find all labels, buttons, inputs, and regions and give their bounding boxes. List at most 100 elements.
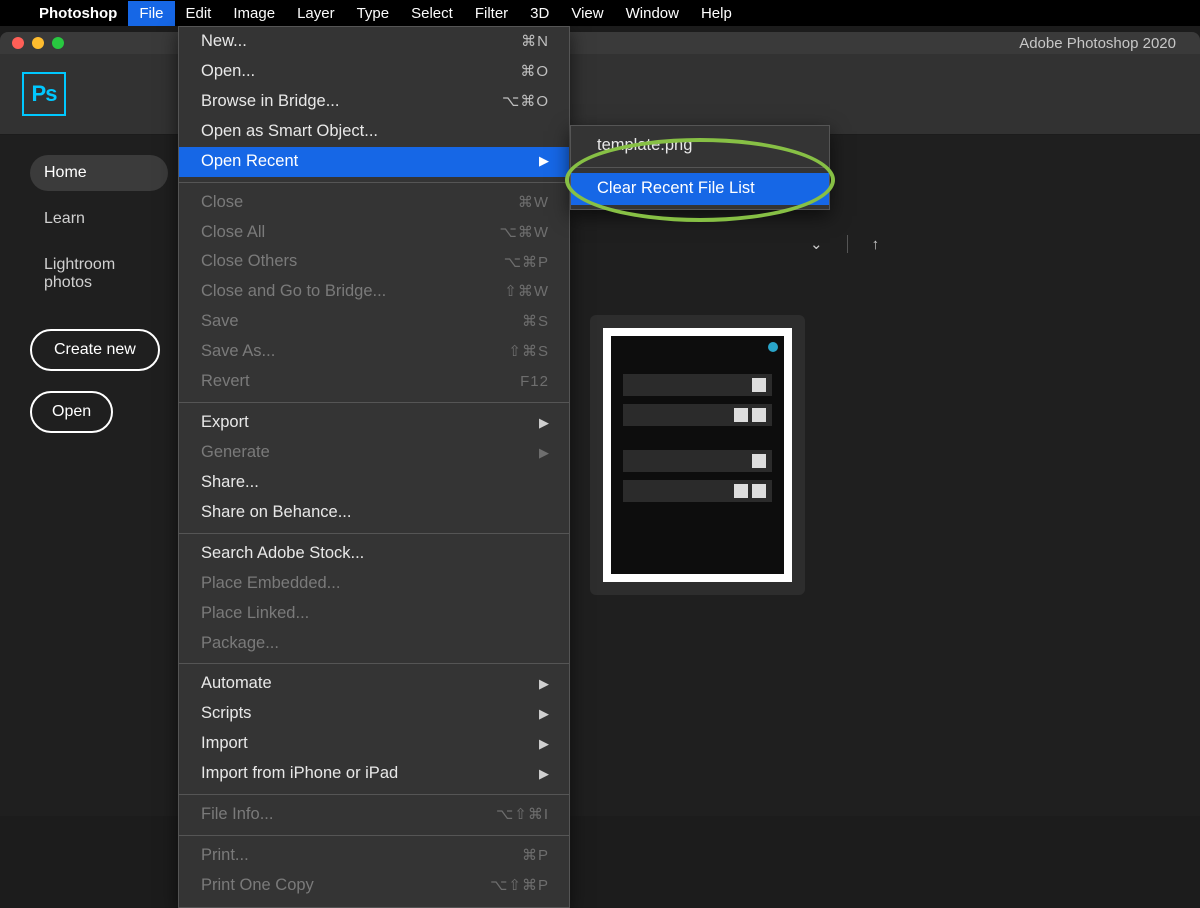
photoshop-logo-icon: Ps <box>22 72 66 116</box>
open-recent-submenu: template.png Clear Recent File List <box>570 125 830 210</box>
thumbnail-preview <box>603 328 792 582</box>
menu-separator <box>179 794 569 795</box>
menubar-item-filter[interactable]: Filter <box>464 1 519 26</box>
menu-separator <box>179 402 569 403</box>
file-menu-place-linked: Place Linked... <box>179 599 569 629</box>
file-menu-generate: Generate▶ <box>179 438 569 468</box>
chevron-down-icon[interactable]: ⌄ <box>810 235 823 253</box>
file-menu-scripts[interactable]: Scripts ▶ <box>179 699 569 729</box>
menu-shortcut: ⌥⇧⌘P <box>490 875 549 897</box>
menubar-item-image[interactable]: Image <box>222 1 286 26</box>
file-menu-file-info: File Info... ⌥⇧⌘I <box>179 800 569 830</box>
menubar-app-name[interactable]: Photoshop <box>28 1 128 26</box>
menu-item-label: Search Adobe Stock... <box>201 542 364 566</box>
file-menu-search-adobe-stock[interactable]: Search Adobe Stock... <box>179 539 569 569</box>
menu-separator <box>179 835 569 836</box>
menu-item-label: Place Embedded... <box>201 572 340 596</box>
file-menu-share-on-behance[interactable]: Share on Behance... <box>179 498 569 528</box>
menu-item-label: Open Recent <box>201 150 298 174</box>
sidebar-item-lightroom-photos[interactable]: Lightroom photos <box>30 247 168 301</box>
menu-item-label: Share on Behance... <box>201 501 351 525</box>
file-menu-export[interactable]: Export ▶ <box>179 408 569 438</box>
menu-shortcut: ⌥⌘W <box>500 222 549 244</box>
submenu-arrow-icon: ▶ <box>539 414 549 433</box>
sidebar-item-learn[interactable]: Learn <box>30 201 168 237</box>
maximize-window-icon[interactable] <box>52 37 64 49</box>
menubar-item-help[interactable]: Help <box>690 1 743 26</box>
menu-item-label: Import from iPhone or iPad <box>201 762 398 786</box>
menubar-item-select[interactable]: Select <box>400 1 464 26</box>
menu-item-label: Share... <box>201 471 259 495</box>
open-button[interactable]: Open <box>30 391 113 433</box>
submenu-arrow-icon: ▶ <box>539 675 549 694</box>
menubar-item-type[interactable]: Type <box>346 1 401 26</box>
submenu-arrow-icon: ▶ <box>539 152 549 171</box>
menu-item-label: Automate <box>201 672 272 696</box>
menu-item-label: Close All <box>201 221 265 245</box>
menu-shortcut: ⇧⌘W <box>504 281 549 303</box>
menu-separator <box>179 182 569 183</box>
menu-item-label: Browse in Bridge... <box>201 90 339 114</box>
menubar-item-window[interactable]: Window <box>615 1 690 26</box>
file-menu-share[interactable]: Share... <box>179 468 569 498</box>
recent-thumbnail[interactable] <box>590 315 805 595</box>
file-menu-print-one-copy: Print One Copy ⌥⇧⌘P <box>179 871 569 901</box>
recent-file-item[interactable]: template.png <box>571 130 829 162</box>
menubar-item-edit[interactable]: Edit <box>175 1 223 26</box>
menubar-item-3d[interactable]: 3D <box>519 1 560 26</box>
window-title: Adobe Photoshop 2020 <box>1019 35 1176 52</box>
file-menu-print: Print...⌘P <box>179 841 569 871</box>
thumbnail-dot-icon <box>768 342 778 352</box>
file-menu-import[interactable]: Import▶ <box>179 729 569 759</box>
file-menu-new[interactable]: New... ⌘N <box>179 27 569 57</box>
menu-item-label: Export <box>201 411 249 435</box>
menu-item-label: Print One Copy <box>201 874 314 898</box>
menu-item-label: Place Linked... <box>201 602 309 626</box>
menu-item-label: Close Others <box>201 250 297 274</box>
menu-shortcut: ⌘O <box>520 61 549 83</box>
create-new-button[interactable]: Create new <box>30 329 160 371</box>
sidebar-item-home[interactable]: Home <box>30 155 168 191</box>
menu-item-label: File Info... <box>201 803 273 827</box>
sort-controls[interactable]: ⌄ ↑ <box>810 235 879 253</box>
file-menu-browse-in-bridge[interactable]: Browse in Bridge... ⌥⌘O <box>179 87 569 117</box>
submenu-arrow-icon: ▶ <box>539 705 549 724</box>
menu-shortcut: ⇧⌘S <box>508 341 549 363</box>
submenu-separator <box>571 167 829 168</box>
file-menu-open[interactable]: Open...⌘O <box>179 57 569 87</box>
file-menu-package: Package... <box>179 629 569 659</box>
menu-shortcut: ⌥⌘O <box>502 91 549 113</box>
menu-item-label: Import <box>201 732 248 756</box>
clear-recent-file-list-item[interactable]: Clear Recent File List <box>571 173 829 205</box>
file-menu-place-embedded: Place Embedded... <box>179 569 569 599</box>
arrow-up-icon[interactable]: ↑ <box>872 236 880 253</box>
menu-item-label: Scripts <box>201 702 251 726</box>
menu-item-label: Save <box>201 310 239 334</box>
menu-item-label: Print... <box>201 844 249 868</box>
menu-item-label: Close <box>201 191 243 215</box>
file-menu-import-from-iphone-or-ipad[interactable]: Import from iPhone or iPad ▶ <box>179 759 569 789</box>
file-menu-close-and-go-to-bridge: Close and Go to Bridge... ⇧⌘W <box>179 277 569 307</box>
file-menu-open-recent[interactable]: Open Recent ▶ <box>179 147 569 177</box>
file-menu-save: Save ⌘S <box>179 307 569 337</box>
file-menu-dropdown: New... ⌘N Open...⌘O Browse in Bridge... ⌥⌘O O… <box>178 26 570 908</box>
minimize-window-icon[interactable] <box>32 37 44 49</box>
menubar-item-file[interactable]: File <box>128 1 174 26</box>
menubar-item-view[interactable]: View <box>560 1 614 26</box>
submenu-arrow-icon: ▶ <box>539 765 549 784</box>
menu-shortcut: F12 <box>520 371 549 393</box>
file-menu-automate[interactable]: Automate ▶ <box>179 669 569 699</box>
file-menu-close-all: Close All ⌥⌘W <box>179 218 569 248</box>
file-menu-open-as-smart-object[interactable]: Open as Smart Object... <box>179 117 569 147</box>
file-menu-save-as: Save As...⇧⌘S <box>179 337 569 367</box>
home-sidebar: Home Learn Lightroom photos Create new Ope… <box>0 135 180 816</box>
close-window-icon[interactable] <box>12 37 24 49</box>
menu-shortcut: ⌥⇧⌘I <box>496 804 549 826</box>
mac-menubar: Photoshop FileEditImageLayerTypeSelectFi… <box>0 0 1200 26</box>
menu-item-label: Close and Go to Bridge... <box>201 280 386 304</box>
menu-item-label: New... <box>201 30 247 54</box>
menubar-item-layer[interactable]: Layer <box>286 1 346 26</box>
menu-shortcut: ⌘S <box>522 311 549 333</box>
menu-shortcut: ⌘W <box>518 192 549 214</box>
menu-shortcut: ⌘N <box>521 31 549 53</box>
